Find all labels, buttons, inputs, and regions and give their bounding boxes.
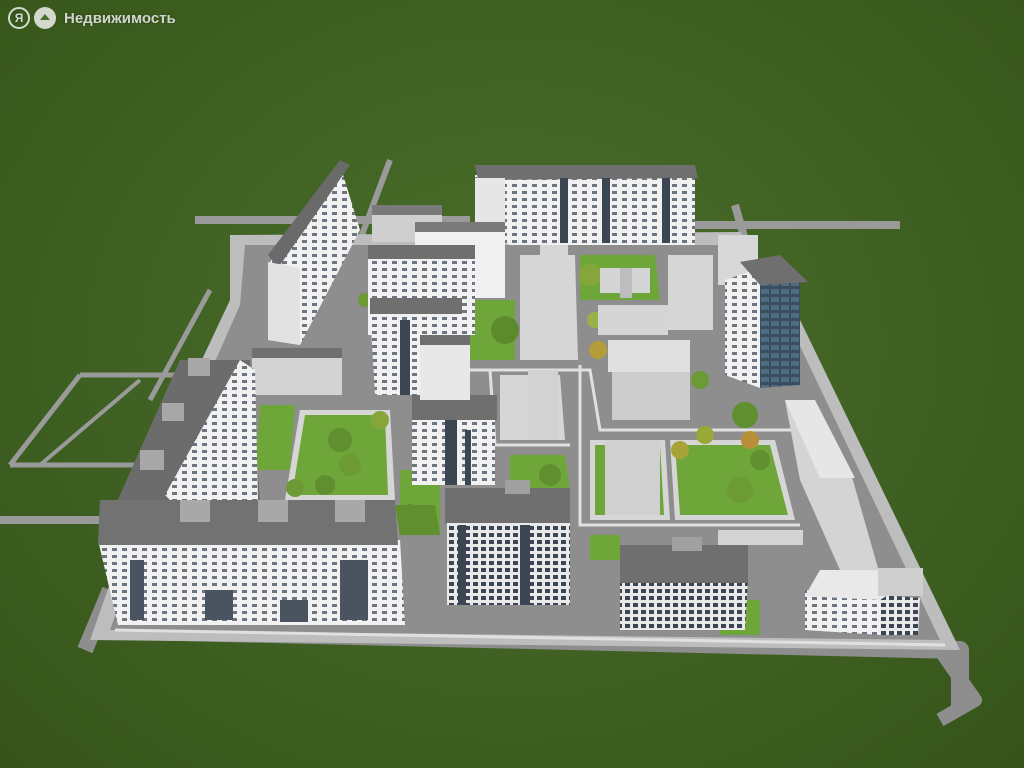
brand-text: Недвижимость [64,9,176,27]
logo-letter: Я [14,11,24,25]
scene: Я Недвижимость [0,0,1024,768]
building-back-slab [475,165,698,245]
building-front-right [620,537,748,630]
district-render [0,158,982,727]
watermark: Я Недвижимость [8,7,176,29]
building-front-office [805,568,923,635]
yandex-logo-icon: Я [8,7,30,29]
building-front-center [445,480,570,605]
house-icon [34,7,56,29]
